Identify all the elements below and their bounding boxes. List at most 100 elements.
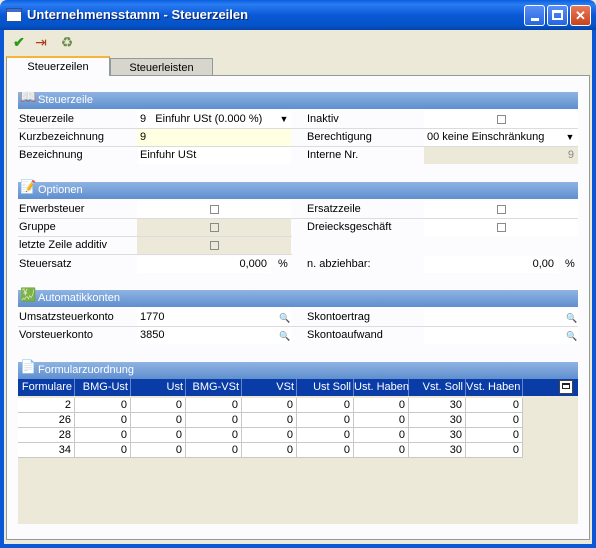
table-cell[interactable]: 0 — [75, 413, 131, 428]
lookup-icon[interactable]: 🔍 — [566, 331, 577, 342]
close-button[interactable]: ✕ — [570, 5, 591, 26]
column-header[interactable]: Ust. Haben — [354, 379, 409, 396]
vorsteuerkonto-label: Vorsteuerkonto — [19, 329, 93, 341]
title-bar[interactable]: Unternehmensstamm - Steuerzeilen ✕ — [0, 0, 596, 30]
table-cell[interactable]: 30 — [409, 398, 466, 413]
table-cell[interactable]: 0 — [186, 443, 242, 458]
column-header[interactable]: VSt — [242, 379, 297, 396]
steuersatz-input[interactable]: 0,000 — [137, 256, 271, 273]
chevron-down-icon[interactable]: ▼ — [277, 112, 291, 127]
column-header[interactable]: Formulare — [18, 379, 75, 396]
column-header[interactable]: Vst. Haben — [466, 379, 523, 396]
section-title: Automatikkonten — [38, 292, 120, 304]
table-cell[interactable]: 0 — [186, 398, 242, 413]
column-header[interactable]: Ust — [131, 379, 186, 396]
steuerzeile-number: 9 — [140, 113, 147, 125]
lookup-icon[interactable]: 🔍 — [279, 331, 290, 342]
exit-icon[interactable]: ⇥ — [32, 34, 50, 50]
vorsteuerkonto-input[interactable]: 3850 — [137, 327, 291, 344]
table-cell[interactable]: 28 — [18, 428, 75, 443]
table-cell[interactable]: 0 — [466, 413, 523, 428]
n-abziehbar-unit: % — [565, 258, 575, 270]
minimize-button[interactable] — [524, 5, 545, 26]
kurzbezeichnung-input[interactable]: 9 — [137, 129, 291, 146]
column-header[interactable]: BMG-VSt — [186, 379, 242, 396]
column-header[interactable]: Ust Soll — [297, 379, 354, 396]
steuerzeile-selected-value: Einfuhr USt (0.000 %) — [155, 113, 263, 125]
bezeichnung-input[interactable]: Einfuhr USt — [137, 147, 291, 164]
divider — [18, 254, 292, 255]
table-cell[interactable]: 0 — [466, 428, 523, 443]
steuerzeile-select[interactable]: 9 Einfuhr USt (0.000 %) — [137, 111, 291, 128]
table-cell[interactable]: 0 — [297, 443, 354, 458]
n-abziehbar-input[interactable]: 0,00 — [424, 256, 558, 273]
table-cell[interactable]: 0 — [131, 428, 186, 443]
table-cell[interactable]: 34 — [18, 443, 75, 458]
table-cell[interactable]: 0 — [75, 443, 131, 458]
table-row[interactable]: 34 0 0 0 0 0 0 30 0 — [18, 443, 523, 458]
toolbar: ✔ ⇥ ♻ — [4, 31, 592, 53]
table-row[interactable]: 2 0 0 0 0 0 0 30 0 — [18, 398, 523, 413]
table-cell[interactable]: 30 — [409, 428, 466, 443]
table-cell[interactable]: 0 — [186, 428, 242, 443]
table-cell[interactable]: 0 — [466, 443, 523, 458]
lookup-icon[interactable]: 🔍 — [279, 313, 290, 324]
table-cell[interactable]: 0 — [466, 398, 523, 413]
table-cell[interactable]: 0 — [75, 398, 131, 413]
table-cell[interactable]: 0 — [242, 413, 297, 428]
section-title: Formularzuordnung — [38, 364, 134, 376]
accounts-icon: 💹 — [20, 287, 37, 302]
table-cell[interactable]: 0 — [354, 428, 409, 443]
trash-icon[interactable]: ♻ — [58, 34, 76, 50]
table-cell[interactable]: 0 — [131, 398, 186, 413]
table-cell[interactable]: 0 — [75, 428, 131, 443]
chevron-down-icon[interactable]: ▼ — [563, 130, 577, 145]
table-cell[interactable]: 0 — [186, 413, 242, 428]
table-cell[interactable]: 0 — [297, 398, 354, 413]
table-cell[interactable]: 0 — [297, 428, 354, 443]
formular-grid[interactable]: Formulare BMG-Ust Ust BMG-VSt VSt Ust So… — [18, 379, 578, 524]
interne-nr-value: 9 — [424, 147, 578, 164]
section-automatikkonten-header: 💹 Automatikkonten — [18, 287, 578, 307]
table-cell[interactable]: 0 — [131, 443, 186, 458]
tab-steuerzeilen[interactable]: Steuerzeilen — [6, 56, 110, 76]
table-row[interactable]: 26 0 0 0 0 0 0 30 0 — [18, 413, 523, 428]
table-cell[interactable]: 0 — [297, 413, 354, 428]
table-cell[interactable]: 0 — [354, 443, 409, 458]
grid-header: Formulare BMG-Ust Ust BMG-VSt VSt Ust So… — [18, 379, 523, 396]
table-cell[interactable]: 0 — [242, 428, 297, 443]
steuersatz-unit: % — [278, 258, 288, 270]
berechtigung-select[interactable]: 00 keine Einschränkung — [424, 129, 578, 146]
table-cell[interactable]: 30 — [409, 443, 466, 458]
table-row[interactable]: 28 0 0 0 0 0 0 30 0 — [18, 428, 523, 443]
table-cell[interactable]: 30 — [409, 413, 466, 428]
ersatzzeile-checkbox[interactable] — [497, 205, 506, 214]
table-cell[interactable]: 0 — [242, 443, 297, 458]
table-cell[interactable]: 26 — [18, 413, 75, 428]
skontoaufwand-input[interactable] — [424, 327, 578, 344]
check-icon[interactable]: ✔ — [10, 34, 28, 50]
bezeichnung-label: Bezeichnung — [19, 149, 83, 161]
skontoertrag-label: Skontoertrag — [307, 311, 370, 323]
umsatzsteuerkonto-label: Umsatzsteuerkonto — [19, 311, 114, 323]
column-header[interactable]: Vst. Soll — [409, 379, 466, 396]
inaktiv-checkbox[interactable] — [497, 115, 506, 124]
table-cell[interactable]: 0 — [354, 398, 409, 413]
window-icon — [6, 8, 22, 22]
dreiecksgeschaeft-checkbox[interactable] — [497, 223, 506, 232]
lookup-icon[interactable]: 🔍 — [566, 313, 577, 324]
form-icon: 📄 — [20, 359, 37, 374]
section-steuerzeile-header: 📖 Steuerzeile — [18, 89, 578, 109]
maximize-button[interactable] — [547, 5, 568, 26]
grid-settings-icon[interactable] — [559, 380, 573, 394]
column-header[interactable]: BMG-Ust — [75, 379, 131, 396]
skontoertrag-input[interactable] — [424, 309, 578, 326]
erwerbsteuer-checkbox[interactable] — [210, 205, 219, 214]
book-icon: 📖 — [20, 89, 37, 104]
umsatzsteuerkonto-input[interactable]: 1770 — [137, 309, 291, 326]
table-cell[interactable]: 2 — [18, 398, 75, 413]
table-cell[interactable]: 0 — [354, 413, 409, 428]
table-cell[interactable]: 0 — [242, 398, 297, 413]
table-cell[interactable]: 0 — [131, 413, 186, 428]
section-optionen-header: 📝 Optionen — [18, 179, 578, 199]
